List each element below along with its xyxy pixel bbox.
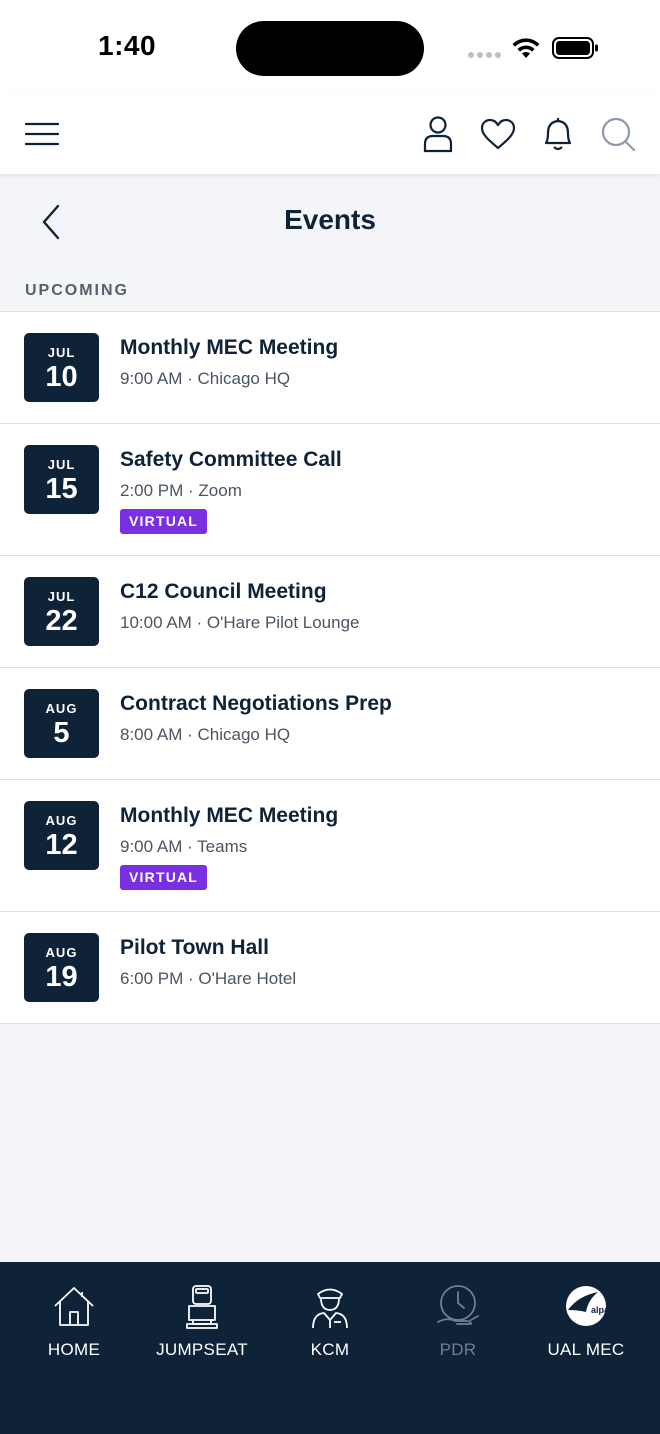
event-title: Safety Committee Call	[120, 448, 342, 471]
event-row[interactable]: AUG 19 Pilot Town Hall 6:00 PM · O'Hare …	[0, 912, 660, 1024]
tab-label: JUMPSEAT	[156, 1340, 248, 1359]
date-month: AUG	[45, 701, 78, 716]
date-month: AUG	[45, 945, 78, 960]
jumpseat-icon	[186, 1285, 218, 1329]
tab-label: UAL MEC	[547, 1340, 625, 1359]
virtual-badge: VIRTUAL	[120, 865, 208, 890]
date-day: 12	[45, 829, 78, 861]
section-label-upcoming: UPCOMING	[25, 282, 129, 299]
profile-icon[interactable]	[418, 112, 458, 156]
tab-kcm[interactable]: KCM	[264, 1262, 396, 1372]
tab-home[interactable]: HOME	[8, 1262, 140, 1372]
status-time: 1:40	[98, 30, 157, 61]
favorites-heart-icon[interactable]	[478, 114, 518, 154]
virtual-badge: VIRTUAL	[120, 509, 208, 534]
alpa-logo-text: alpa	[591, 1305, 608, 1315]
event-title: C12 Council Meeting	[120, 580, 327, 603]
search-icon[interactable]	[598, 114, 638, 154]
clock-hand-icon	[437, 1285, 479, 1325]
date-badge: JUL 10	[24, 333, 99, 402]
date-day: 15	[45, 473, 78, 505]
battery-icon	[552, 37, 598, 59]
date-badge: AUG 12	[24, 801, 99, 870]
home-icon	[54, 1287, 94, 1326]
wifi-icon	[512, 38, 540, 58]
event-meta: 8:00 AM · Chicago HQ	[120, 725, 291, 744]
date-badge: AUG 5	[24, 689, 99, 758]
date-month: AUG	[45, 813, 78, 828]
tab-label: HOME	[47, 1340, 101, 1359]
date-badge: JUL 15	[24, 445, 99, 514]
event-meta: 10:00 AM · O'Hare Pilot Lounge	[120, 613, 360, 632]
notifications-bell-icon[interactable]	[538, 112, 578, 156]
date-day: 10	[45, 361, 78, 393]
pilot-icon	[312, 1288, 348, 1329]
tab-label: PDR	[439, 1340, 477, 1359]
status-bar: 1:40	[0, 0, 660, 96]
event-list: JUL 10 Monthly MEC Meeting 9:00 AM · Chi…	[0, 311, 660, 1024]
date-badge: JUL 22	[24, 577, 99, 646]
page-header: Events	[0, 174, 660, 270]
tab-label: KCM	[310, 1340, 350, 1359]
date-month: JUL	[47, 589, 76, 604]
date-month: JUL	[47, 457, 76, 472]
tab-pdr[interactable]: PDR	[392, 1262, 524, 1372]
menu-icon[interactable]	[22, 116, 62, 152]
event-meta: 9:00 AM · Teams	[120, 837, 248, 856]
event-row[interactable]: JUL 15 Safety Committee Call 2:00 PM · Z…	[0, 424, 660, 556]
event-row[interactable]: AUG 5 Contract Negotiations Prep 8:00 AM…	[0, 668, 660, 780]
date-day: 5	[53, 717, 70, 749]
tab-ual-mec[interactable]: alpa UAL MEC	[520, 1262, 652, 1372]
date-badge: AUG 19	[24, 933, 99, 1002]
event-title: Monthly MEC Meeting	[120, 804, 339, 827]
event-meta: 9:00 AM · Chicago HQ	[120, 369, 291, 388]
event-meta: 6:00 PM · O'Hare Hotel	[120, 969, 297, 988]
date-day: 22	[45, 605, 78, 637]
event-title: Contract Negotiations Prep	[120, 692, 392, 715]
bottom-tab-bar: HOME JUMPSEAT KCM PDR alpa UAL MEC	[0, 1262, 660, 1434]
date-day: 19	[45, 961, 78, 993]
event-title: Pilot Town Hall	[120, 936, 269, 959]
event-row[interactable]: JUL 22 C12 Council Meeting 10:00 AM · O'…	[0, 556, 660, 668]
page-title: Events	[284, 204, 376, 235]
event-title: Monthly MEC Meeting	[120, 336, 339, 359]
tab-jumpseat[interactable]: JUMPSEAT	[136, 1262, 268, 1372]
dynamic-island	[236, 21, 424, 76]
alpa-logo-icon: alpa	[566, 1286, 608, 1326]
top-nav-bar	[0, 96, 660, 174]
event-row[interactable]: JUL 10 Monthly MEC Meeting 9:00 AM · Chi…	[0, 312, 660, 424]
event-row[interactable]: AUG 12 Monthly MEC Meeting 9:00 AM · Tea…	[0, 780, 660, 912]
event-meta: 2:00 PM · Zoom	[120, 481, 242, 500]
date-month: JUL	[47, 345, 76, 360]
cellular-signal-icon	[468, 52, 501, 58]
